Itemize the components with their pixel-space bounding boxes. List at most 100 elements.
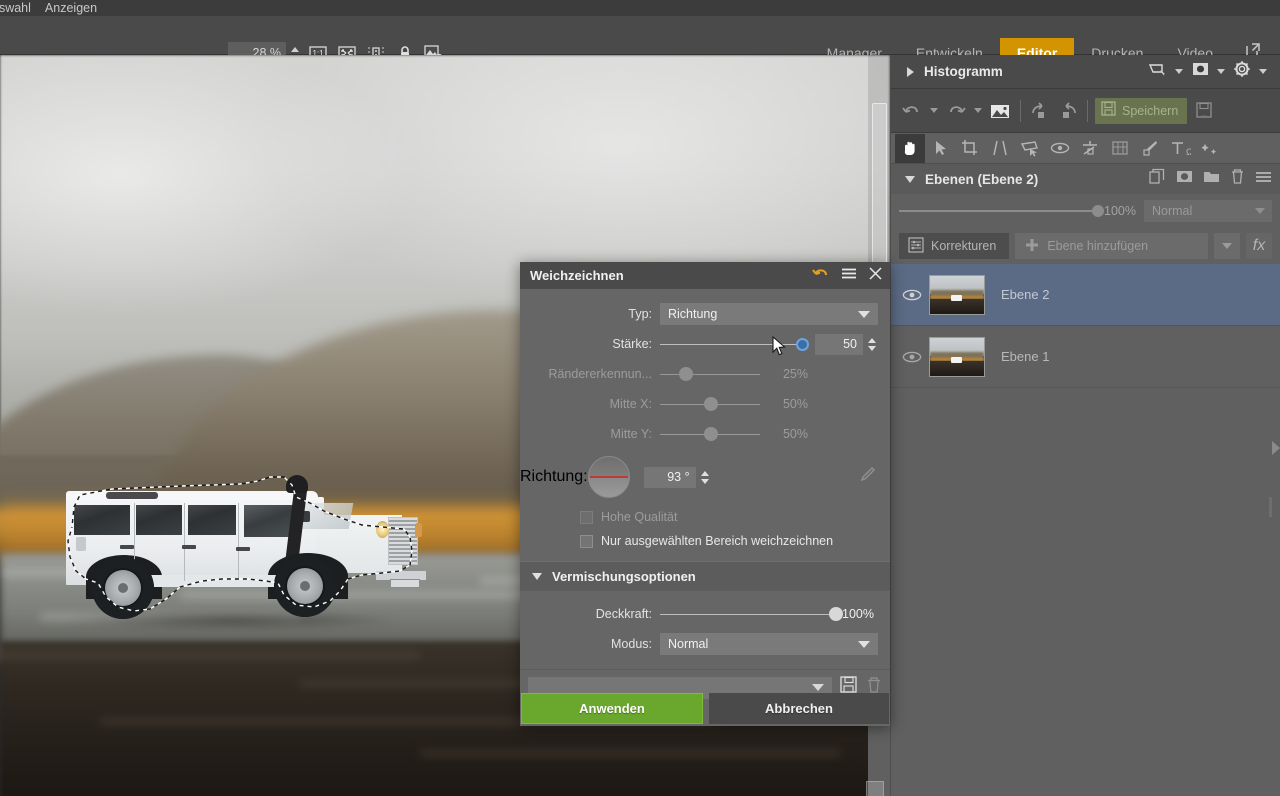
gear-caret-icon[interactable] [1259,69,1267,74]
type-select[interactable]: Richtung [660,303,878,325]
close-icon[interactable] [869,266,882,285]
pointer-tool-icon[interactable] [925,134,955,163]
center-y-label: Mitte Y: [610,427,652,441]
red-eye-tool-icon[interactable] [1045,134,1075,163]
layer-opacity-row: 100% Normal [891,194,1280,228]
reset-icon[interactable] [812,266,829,286]
eyedropper-icon[interactable] [858,466,876,489]
clipping-caret-icon[interactable] [1175,69,1183,74]
panel-collapse-handle[interactable] [1272,441,1280,455]
dialog-body: Typ: Richtung Stärke: 50 Rändererkennun.… [520,289,890,705]
direction-input[interactable]: 93 ° [643,466,696,488]
strength-slider-knob[interactable] [796,337,810,351]
layers-menu-icon[interactable] [1255,170,1272,189]
chevron-down-icon [812,683,824,691]
layer-opacity-knob[interactable] [1092,205,1104,217]
save-as-icon[interactable]: ... [1191,98,1217,124]
clipping-warning-icon[interactable] [1148,61,1168,82]
redo-icon[interactable] [943,98,969,124]
selected-area-checkbox[interactable] [580,534,593,548]
add-layer-dropdown[interactable] [1214,233,1240,259]
dialog-footer: Anwenden Abbrechen [520,693,890,726]
high-quality-label: Hohe Qualität [601,510,678,524]
direction-dial[interactable] [587,456,630,498]
zoom-increase-icon[interactable] [290,46,299,52]
strength-input[interactable]: 50 [815,333,863,355]
delete-layer-icon[interactable] [1230,168,1245,190]
straighten-tool-icon[interactable] [985,134,1015,163]
dialog-opacity-knob[interactable] [828,607,843,621]
clone-stamp-tool-icon[interactable] [1075,134,1105,163]
lasso-select-tool-icon[interactable] [1015,134,1045,163]
svg-text:Ω: Ω [1186,147,1191,157]
blend-section-header[interactable]: Vermischungsoptionen [520,561,890,591]
crop-tool-icon[interactable] [955,134,985,163]
hand-tool-icon[interactable] [895,133,925,163]
edge-detect-label: Rändererkennun... [548,367,652,381]
gear-icon[interactable] [1232,59,1252,84]
direction-dial-needle [589,476,628,478]
text-tool-icon[interactable]: Ω [1165,134,1195,163]
panel-scrollbar[interactable] [1269,497,1272,517]
cancel-button[interactable]: Abbrechen [709,693,889,724]
rotate-right-icon[interactable] [1054,98,1080,124]
menu-item-anzeigen[interactable]: Anzeigen [45,1,111,15]
center-x-row: Mitte X: 50% [520,389,890,419]
center-x-slider-knob [704,397,718,411]
perspective-tool-icon[interactable] [1105,134,1135,163]
apply-button[interactable]: Anwenden [521,693,703,724]
undo-icon[interactable] [899,98,925,124]
dialog-opacity-slider[interactable] [660,603,843,625]
blur-dialog: Weichzeichnen Typ: Richtung Stärke: 50 R… [520,262,890,726]
layers-section-header[interactable]: Ebenen (Ebene 2) [891,164,1280,194]
strength-stepper[interactable] [866,334,878,355]
add-layer-button[interactable]: Ebene hinzufügen [1015,233,1208,259]
dialog-title: Weichzeichnen [530,268,624,283]
layer-visibility-icon[interactable] [895,287,929,303]
layer-row-ebene-2[interactable]: Ebene 2 [891,264,1280,326]
chevron-down-icon [1255,208,1265,214]
channel-icon[interactable] [1190,61,1210,82]
layer-blend-mode-value: Normal [1152,204,1193,218]
layer-thumbnail [929,274,985,315]
add-layer-label: Ebene hinzufügen [1047,239,1149,253]
direction-stepper[interactable] [699,467,711,488]
undo-caret-icon[interactable] [930,108,938,113]
menu-bar: uswahl Anzeigen [0,0,1280,16]
center-x-slider [660,393,760,415]
center-x-label: Mitte X: [609,397,652,411]
layer-opacity-slider[interactable] [899,205,1104,217]
layer-mask-icon[interactable] [1176,168,1193,190]
duplicate-layer-icon[interactable] [1149,168,1166,190]
menu-hamburger-icon[interactable] [841,267,857,285]
dialog-mode-label: Modus: [611,637,652,651]
dialog-mode-select[interactable]: Normal [660,633,878,655]
canvas-hscrollbar-thumb[interactable] [866,781,884,796]
new-group-icon[interactable] [1203,168,1220,190]
channel-caret-icon[interactable] [1217,69,1225,74]
original-preview-icon[interactable] [987,98,1013,124]
fx-button[interactable]: fx [1246,233,1272,259]
korrekturen-button[interactable]: Korrekturen [899,233,1010,259]
type-value: Richtung [668,307,718,321]
redo-caret-icon[interactable] [974,108,982,113]
layer-blend-mode-select[interactable]: Normal [1144,200,1272,222]
save-button[interactable]: Speichern [1095,97,1188,124]
chevron-down-icon[interactable] [905,175,915,183]
layer-row-ebene-1[interactable]: Ebene 1 [891,326,1280,388]
layer-visibility-icon[interactable] [895,349,929,365]
type-label: Typ: [628,307,652,321]
selected-area-label: Nur ausgewählten Bereich weichzeichnen [601,534,834,548]
plus-icon [1025,238,1039,255]
brush-tool-icon[interactable] [1135,134,1165,163]
chevron-down-icon [1222,243,1232,249]
dialog-titlebar[interactable]: Weichzeichnen [520,262,890,289]
chevron-down-icon[interactable] [532,573,542,580]
rotate-left-icon[interactable] [1028,98,1054,124]
layer-opacity-value: 100% [1104,204,1136,218]
menu-item-auswahl[interactable]: uswahl [0,1,45,15]
histogram-section-header[interactable]: Histogramm [891,55,1280,89]
chevron-right-icon[interactable] [907,66,914,77]
spot-removal-tool-icon[interactable] [1195,134,1225,163]
high-quality-row: Hohe Qualität [520,505,890,529]
